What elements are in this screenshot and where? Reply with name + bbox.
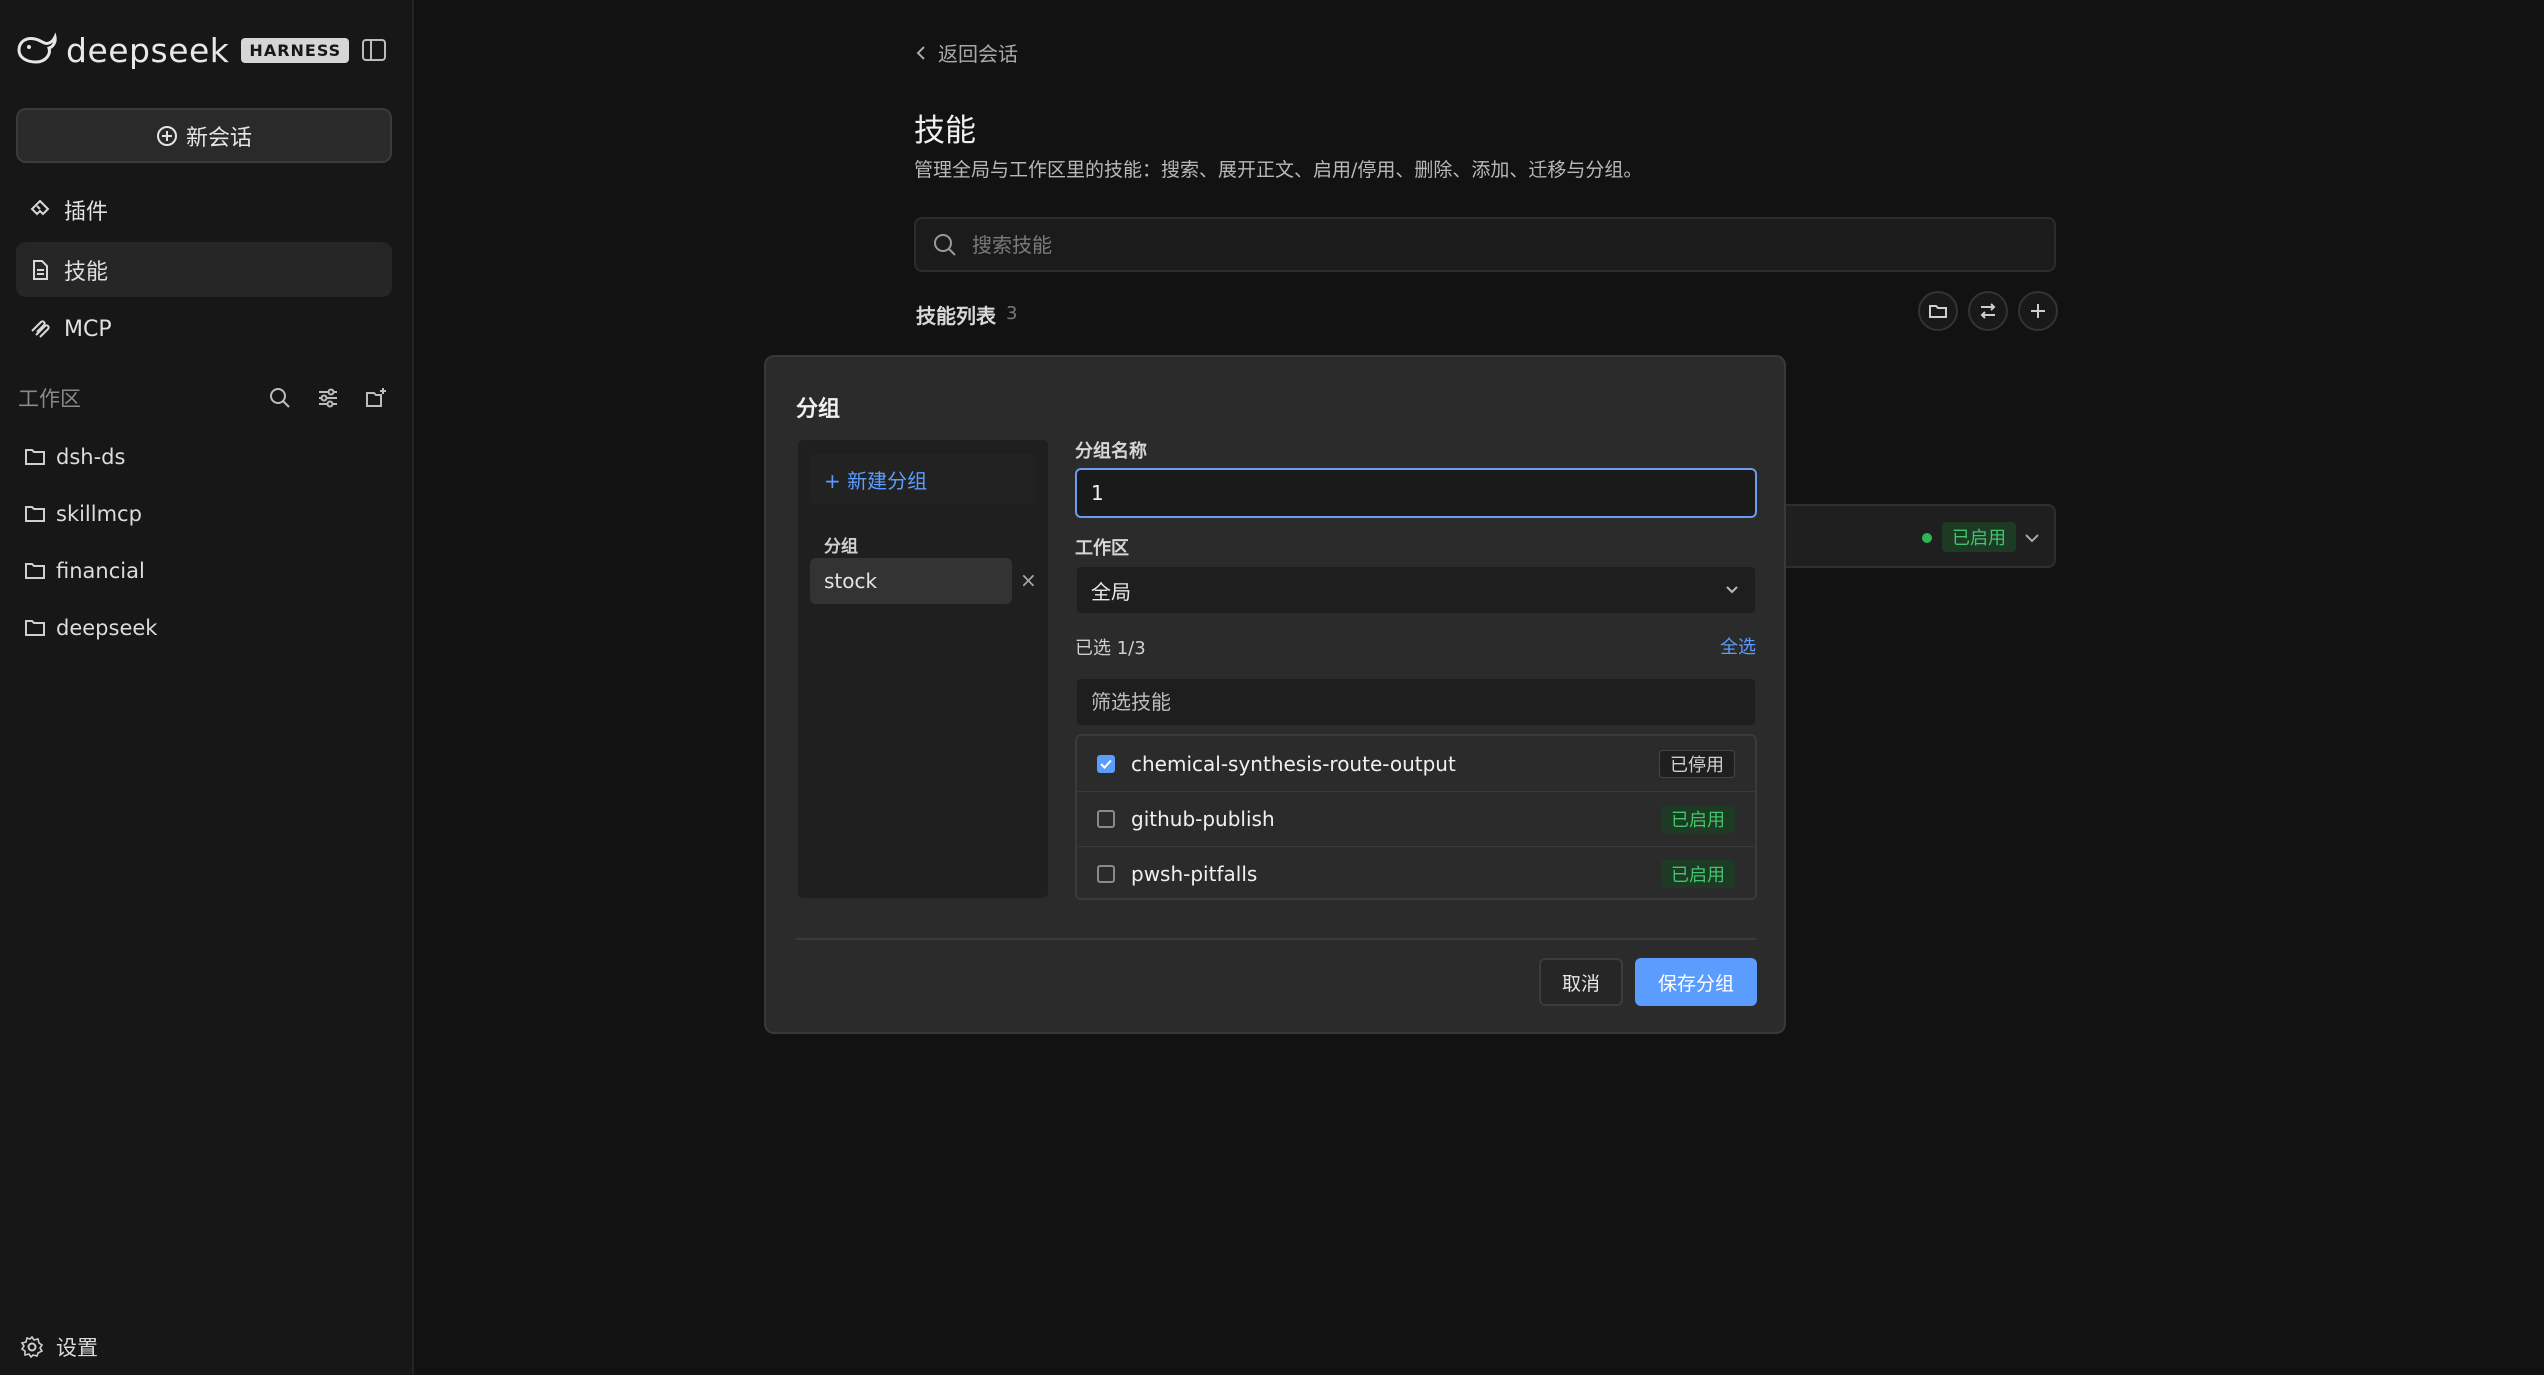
status-badge: 已启用 xyxy=(1661,805,1735,833)
filter-icon xyxy=(319,388,337,408)
brand[interactable]: deepseek HARNESS xyxy=(16,30,350,70)
swap-icon xyxy=(1980,303,1996,319)
workspace-filter-button[interactable] xyxy=(314,384,342,412)
sidebar-item-label: 技能 xyxy=(64,259,109,285)
page-description: 管理全局与工作区里的技能：搜索、展开正文、启用/停用、删除、添加、迁移与分组。 xyxy=(914,159,1643,181)
skill-option[interactable]: github-publish 已启用 xyxy=(1077,791,1755,846)
migrate-button[interactable] xyxy=(1968,291,2008,331)
group-dialog: 分组 + 新建分组 分组 stock × 分组名称 工作区 全局 已选 1/3 … xyxy=(764,355,1786,1034)
workspace-select-value: 全局 xyxy=(1091,579,1131,604)
settings-label: 设置 xyxy=(56,1336,98,1360)
plus-circle-icon xyxy=(156,125,177,146)
sidebar-item-label: 插件 xyxy=(64,199,109,225)
skill-option[interactable]: chemical-synthesis-route-output 已停用 xyxy=(1077,736,1755,791)
document-icon xyxy=(33,259,48,280)
skill-list-actions xyxy=(1908,291,2058,331)
sidebar-item-label: MCP xyxy=(64,317,112,342)
toggle-sidebar-button[interactable] xyxy=(360,36,388,64)
group-name-input[interactable] xyxy=(1075,468,1757,518)
sidebar: deepseek HARNESS 新会话 插件 技能 MCP 工作区 dsh-d… xyxy=(0,0,414,1375)
gear-icon xyxy=(20,1335,44,1359)
folder-icon xyxy=(25,620,45,636)
skill-checklist: chemical-synthesis-route-output 已停用 gith… xyxy=(1075,734,1757,900)
selected-count: 已选 1/3 xyxy=(1075,638,1146,659)
chevron-down-icon xyxy=(1726,586,1738,594)
folder-label: skillmcp xyxy=(56,502,142,526)
sidebar-item-plugins[interactable]: 插件 xyxy=(16,182,392,237)
remove-group-button[interactable]: × xyxy=(1020,568,1037,592)
sidebar-item-skills[interactable]: 技能 xyxy=(16,242,392,297)
skill-list-title: 技能列表 xyxy=(916,304,996,328)
dialog-title: 分组 xyxy=(796,397,841,422)
workspace-label: 工作区 xyxy=(18,387,81,411)
group-list-panel: + 新建分组 分组 stock × xyxy=(796,438,1050,900)
sidebar-toggle-icon xyxy=(362,39,386,61)
page-title: 技能 xyxy=(914,113,976,149)
status-badge: 已启用 xyxy=(1942,522,2016,552)
group-name-label: 分组名称 xyxy=(1075,441,1147,462)
workspace-select[interactable]: 全局 xyxy=(1075,565,1757,615)
folder-label: dsh-ds xyxy=(56,445,126,469)
save-group-button[interactable]: 保存分组 xyxy=(1635,958,1757,1006)
skill-option[interactable]: pwsh-pitfalls 已启用 xyxy=(1077,846,1755,901)
settings-button[interactable]: 设置 xyxy=(20,1332,98,1362)
footer-divider xyxy=(796,938,1756,940)
mcp-icon xyxy=(31,319,50,338)
brand-badge: HARNESS xyxy=(241,37,350,63)
select-all-link[interactable]: 全选 xyxy=(1720,633,1756,659)
folder-label: deepseek xyxy=(56,616,158,640)
skill-name: github-publish xyxy=(1131,807,1275,831)
status-badge: 已启用 xyxy=(1661,860,1735,888)
skill-list-count: 3 xyxy=(1006,303,1018,324)
new-chat-label: 新会话 xyxy=(185,125,252,151)
workspace-folder[interactable]: deepseek xyxy=(24,608,157,648)
workspace-folder[interactable]: skillmcp xyxy=(24,494,142,534)
chevron-down-icon xyxy=(2025,534,2039,543)
search-icon xyxy=(934,233,956,256)
folder-icon xyxy=(25,449,45,465)
new-folder-icon xyxy=(366,388,386,407)
group-item[interactable]: stock xyxy=(810,558,1012,604)
folder-icon xyxy=(25,506,45,522)
sidebar-item-mcp[interactable]: MCP xyxy=(16,302,392,357)
new-chat-button[interactable]: 新会话 xyxy=(16,108,392,163)
folder-icon xyxy=(25,563,45,579)
back-to-chat-link[interactable]: 返回会话 xyxy=(916,38,1018,67)
workspace-header: 工作区 xyxy=(18,382,390,414)
skill-filter-input[interactable] xyxy=(1075,677,1757,727)
chevron-left-icon xyxy=(916,45,925,60)
skill-row-background[interactable]: 已启用 xyxy=(1760,504,2056,568)
workspace-field-label: 工作区 xyxy=(1075,538,1129,559)
expand-button[interactable] xyxy=(2024,528,2040,547)
skill-search[interactable] xyxy=(914,217,2056,272)
workspace-folder[interactable]: dsh-ds xyxy=(24,437,125,477)
skill-search-input[interactable] xyxy=(972,232,1972,257)
skill-checkbox[interactable] xyxy=(1097,865,1115,883)
folder-label: financial xyxy=(56,559,145,583)
skill-name: chemical-synthesis-route-output xyxy=(1131,751,1456,776)
open-folder-button[interactable] xyxy=(1918,291,1958,331)
plugin-icon xyxy=(30,199,50,215)
back-label: 返回会话 xyxy=(938,42,1018,66)
brand-name: deepseek xyxy=(66,30,230,70)
cancel-button[interactable]: 取消 xyxy=(1539,958,1623,1006)
status-dot xyxy=(1922,533,1932,543)
groups-section-label: 分组 xyxy=(824,537,858,557)
skill-name: pwsh-pitfalls xyxy=(1131,862,1258,886)
plus-icon xyxy=(2031,304,2045,318)
checkmark-icon xyxy=(1100,759,1112,769)
new-workspace-button[interactable] xyxy=(362,384,390,412)
add-skill-button[interactable] xyxy=(2018,291,2058,331)
skill-checkbox[interactable] xyxy=(1097,754,1115,773)
whale-logo-icon xyxy=(17,32,57,64)
new-group-button[interactable]: + 新建分组 xyxy=(810,454,1036,504)
skill-checkbox[interactable] xyxy=(1097,810,1115,828)
search-icon xyxy=(270,388,290,408)
workspace-search-button[interactable] xyxy=(266,384,294,412)
status-badge: 已停用 xyxy=(1659,749,1735,778)
workspace-folder[interactable]: financial xyxy=(24,551,145,591)
folder-icon xyxy=(1929,305,1947,318)
